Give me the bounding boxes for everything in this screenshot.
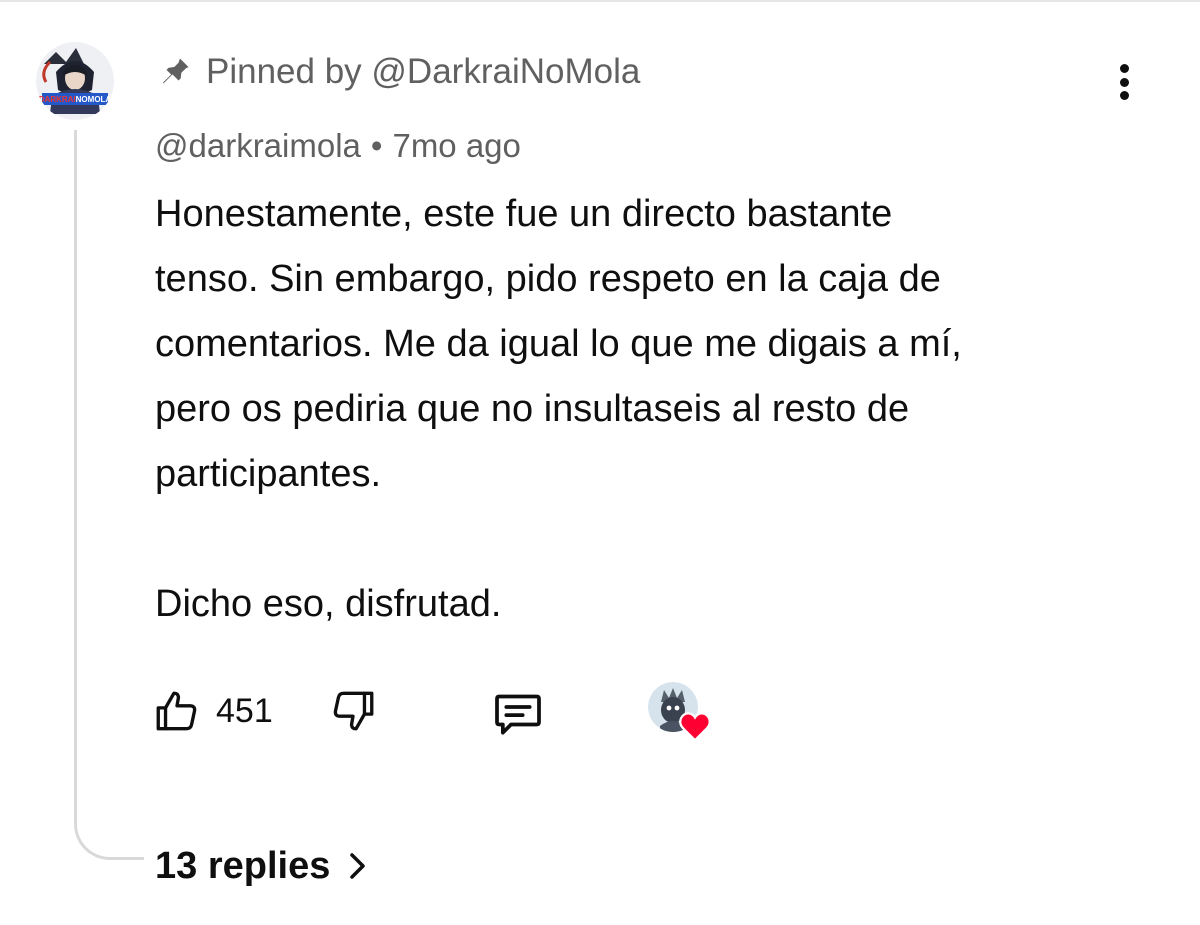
dislike-button[interactable] (328, 686, 378, 741)
author-handle[interactable]: @darkraimola (155, 127, 361, 164)
pinned-text: Pinned by @DarkraiNoMola (206, 52, 641, 91)
thumbs-down-icon (333, 691, 374, 731)
more-options-dot (1119, 91, 1129, 100)
more-options-icon (1119, 64, 1129, 73)
chevron-right-icon (350, 853, 366, 879)
comment-text: Honestamente, este fue un directo bastan… (155, 182, 1155, 637)
pin-icon (158, 55, 192, 89)
avatar-logo-text: DARKRAINOMOLA (39, 95, 112, 104)
meta-separator: • (370, 127, 383, 164)
comment-line: tenso. Sin embargo, pido respeto en la c… (155, 258, 941, 300)
more-options-button[interactable] (1104, 60, 1144, 104)
thumbs-up-icon (156, 691, 197, 731)
heart-icon (679, 712, 711, 742)
comment-icon (495, 694, 541, 735)
comment-meta: @darkraimola • 7mo ago (155, 127, 521, 165)
more-options-dot (1119, 77, 1129, 87)
comment-line: pero os pediria que no insultaseis al re… (155, 388, 910, 430)
comment-line: Honestamente, este fue un directo bastan… (155, 193, 893, 235)
top-divider (0, 0, 1200, 2)
comment-timestamp[interactable]: 7mo ago (392, 127, 520, 164)
comment-line: participantes. (155, 453, 382, 495)
like-count: 451 (216, 691, 273, 730)
comment-line: comentarios. Me da igual lo que me digai… (155, 323, 962, 365)
pinned-label: Pinned by @DarkraiNoMola (158, 50, 640, 94)
thread-line (74, 130, 144, 860)
comment-line: Dicho eso, disfrutad. (155, 583, 502, 625)
like-button[interactable]: 451 (152, 686, 273, 736)
creator-heart[interactable] (648, 682, 714, 744)
replies-label: 13 replies (155, 844, 331, 887)
reply-button[interactable] (490, 686, 546, 747)
author-avatar[interactable]: DARKRAINOMOLA (36, 42, 114, 120)
replies-button[interactable]: 13 replies (155, 838, 368, 894)
